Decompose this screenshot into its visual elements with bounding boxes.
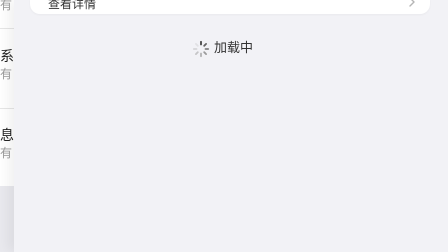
spinner-icon [192, 40, 210, 58]
loading-text: 加载中 [214, 41, 254, 56]
view-details-label: 查看详情 [48, 0, 97, 11]
screen: 有 系 有 息 有 查看详情 加载中 [0, 0, 448, 252]
view-details-card[interactable]: 查看详情 [30, 0, 430, 14]
background-list-item-title: 息 [0, 128, 14, 144]
detail-panel: 查看详情 加载中 [14, 0, 448, 252]
background-list-item-title: 系 [0, 49, 14, 65]
loading-indicator: 加载中 [192, 39, 253, 59]
chevron-right-icon [409, 0, 415, 7]
